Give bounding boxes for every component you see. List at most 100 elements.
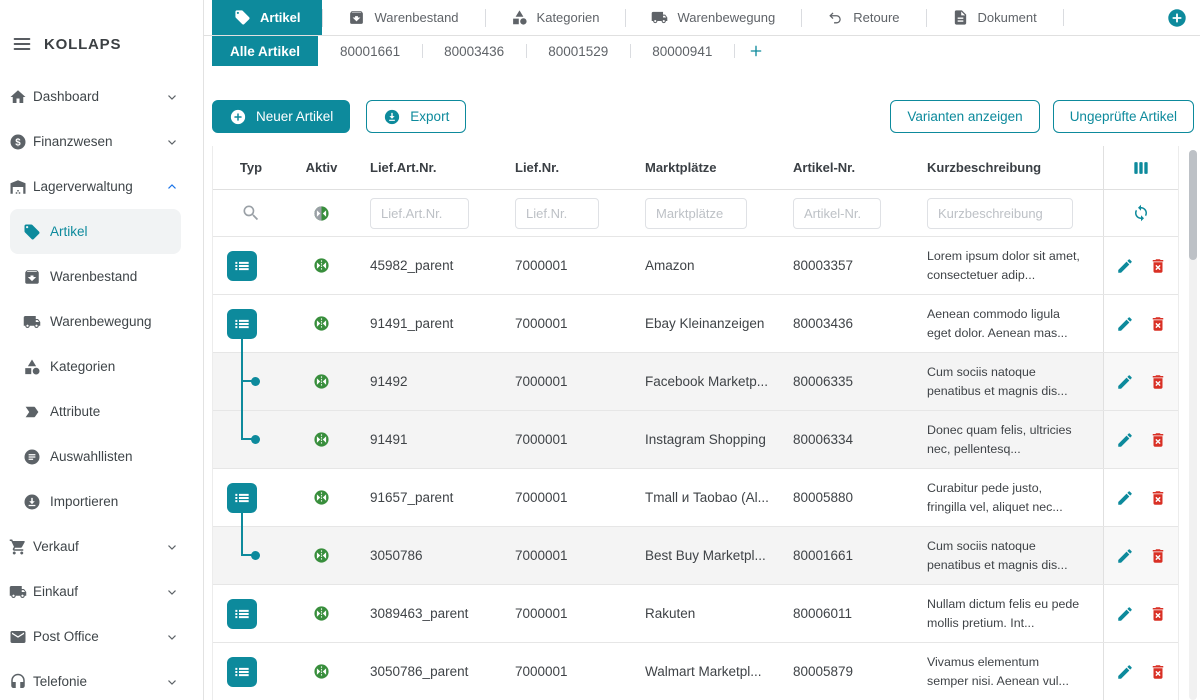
sidebar-item-lagerverwaltung[interactable]: Lagerverwaltung: [0, 164, 203, 209]
cart-icon: [9, 538, 27, 556]
new-article-button[interactable]: Neuer Artikel: [212, 100, 350, 133]
cell-kurzbeschreibung: Lorem ipsum dolor sit amet, consectetuer…: [911, 247, 1103, 284]
refresh-button[interactable]: [1132, 204, 1150, 222]
active-toggle[interactable]: [313, 373, 330, 390]
table-row: 3050786_parent7000001Walmart Marketpl...…: [213, 643, 1178, 700]
unchecked-articles-button[interactable]: Ungeprüfte Artikel: [1053, 100, 1194, 133]
subtab-80001529[interactable]: 80001529: [526, 36, 630, 66]
tab-warenbewegung[interactable]: Warenbewegung: [625, 0, 801, 35]
column-settings-button[interactable]: [1131, 158, 1151, 178]
table-row: 914917000001Instagram Shopping80006334Do…: [213, 411, 1178, 469]
trash-icon: [1149, 489, 1167, 507]
sidebar-item-finanzwesen[interactable]: $Finanzwesen: [0, 119, 203, 164]
unchecked-articles-label: Ungeprüfte Artikel: [1070, 109, 1177, 124]
show-variants-button[interactable]: Varianten anzeigen: [890, 100, 1039, 133]
cell-typ: [213, 237, 289, 294]
tab-warenbestand[interactable]: Warenbestand: [322, 0, 484, 35]
delete-button[interactable]: [1149, 605, 1167, 623]
edit-button[interactable]: [1116, 315, 1134, 333]
plus-circle-icon: [229, 108, 247, 126]
active-toggle[interactable]: [313, 489, 330, 506]
sidebar-item-telefonie[interactable]: Telefonie: [0, 659, 203, 700]
active-status-icon: [313, 257, 330, 274]
delete-button[interactable]: [1149, 547, 1167, 565]
sidebar-item-attribute[interactable]: Attribute: [10, 389, 181, 434]
delete-button[interactable]: [1149, 431, 1167, 449]
warehouse-icon: [9, 178, 27, 196]
sidebar-item-verkauf[interactable]: Verkauf: [0, 524, 203, 569]
subtab-80003436[interactable]: 80003436: [422, 36, 526, 66]
tab-kategorien[interactable]: Kategorien: [485, 0, 626, 35]
truck-icon: [651, 9, 668, 26]
sidebar-item-warenbewegung[interactable]: Warenbewegung: [10, 299, 181, 344]
active-toggle[interactable]: [313, 315, 330, 332]
main-tabbar: ArtikelWarenbestand Kategorien Warenbewegu…: [204, 0, 1200, 36]
edit-button[interactable]: [1116, 605, 1134, 623]
tab-label: Kategorien: [537, 10, 600, 25]
col-header-aktiv[interactable]: Aktiv: [289, 160, 354, 175]
filter-lief-art-nr-input[interactable]: [370, 198, 469, 229]
active-toggle[interactable]: [313, 431, 330, 448]
col-header-marktplaetze[interactable]: Marktplätze: [629, 160, 777, 175]
tag-icon: [234, 9, 251, 26]
col-header-lief-nr[interactable]: Lief.Nr.: [499, 160, 629, 175]
delete-button[interactable]: [1149, 257, 1167, 275]
col-header-typ[interactable]: Typ: [213, 160, 289, 175]
subtab-80001661[interactable]: 80001661: [318, 36, 422, 66]
headset-icon: [9, 673, 27, 691]
sidebar-item-artikel[interactable]: Artikel: [10, 209, 181, 254]
filter-kurzbeschreibung-input[interactable]: [927, 198, 1073, 229]
tree-connector: [241, 527, 243, 556]
download-circle-icon: [383, 108, 401, 126]
filter-artikel-nr-input[interactable]: [793, 198, 881, 229]
article-type-button[interactable]: [227, 309, 257, 339]
col-header-artikel-nr[interactable]: Artikel-Nr.: [777, 160, 911, 175]
table-filter-row: [213, 190, 1178, 237]
active-toggle[interactable]: [313, 257, 330, 274]
add-article-tab-button[interactable]: [734, 36, 778, 66]
article-type-button[interactable]: [227, 483, 257, 513]
tab-artikel[interactable]: Artikel: [212, 0, 322, 35]
subtab-80000941[interactable]: 80000941: [630, 36, 734, 66]
delete-button[interactable]: [1149, 663, 1167, 681]
menu-icon[interactable]: [12, 34, 32, 54]
sidebar-item-warenbestand[interactable]: Warenbestand: [10, 254, 181, 299]
tab-retoure[interactable]: Retoure: [801, 0, 925, 35]
sidebar-item-kategorien[interactable]: Kategorien: [10, 344, 181, 389]
tab-dokument[interactable]: Dokument: [926, 0, 1063, 35]
active-toggle[interactable]: [313, 547, 330, 564]
delete-button[interactable]: [1149, 315, 1167, 333]
filter-marktplaetze-input[interactable]: [645, 198, 747, 229]
edit-button[interactable]: [1116, 257, 1134, 275]
col-header-lief-art-nr[interactable]: Lief.Art.Nr.: [354, 160, 499, 175]
col-header-kurzbeschreibung[interactable]: Kurzbeschreibung: [911, 160, 1103, 175]
cell-aktiv: [289, 431, 354, 448]
sidebar-item-importieren[interactable]: Importieren: [10, 479, 181, 524]
delete-button[interactable]: [1149, 489, 1167, 507]
sidebar-item-auswahllisten[interactable]: Auswahllisten: [10, 434, 181, 479]
edit-button[interactable]: [1116, 489, 1134, 507]
sidebar-item-dashboard[interactable]: Dashboard: [0, 74, 203, 119]
edit-button[interactable]: [1116, 663, 1134, 681]
subtab-alle-artikel[interactable]: Alle Artikel: [212, 36, 318, 66]
export-button[interactable]: Export: [366, 100, 466, 133]
edit-button[interactable]: [1116, 431, 1134, 449]
add-tab-button[interactable]: [1166, 7, 1188, 29]
sidebar-item-einkauf[interactable]: Einkauf: [0, 569, 203, 614]
article-type-button[interactable]: [227, 599, 257, 629]
active-toggle[interactable]: [313, 663, 330, 680]
subtab-label: Alle Artikel: [230, 44, 300, 59]
edit-button[interactable]: [1116, 547, 1134, 565]
active-toggle[interactable]: [313, 605, 330, 622]
edit-button[interactable]: [1116, 373, 1134, 391]
delete-button[interactable]: [1149, 373, 1167, 391]
active-filter-toggle[interactable]: [313, 205, 330, 222]
filter-lief-nr-input[interactable]: [515, 198, 599, 229]
plus-circle-icon: [1166, 7, 1188, 29]
search-icon: [241, 203, 261, 223]
tabbar-divider: [1063, 9, 1064, 26]
article-type-button[interactable]: [227, 251, 257, 281]
article-type-button[interactable]: [227, 657, 257, 687]
scrollbar-thumb[interactable]: [1189, 150, 1197, 260]
sidebar-item-post-office[interactable]: Post Office: [0, 614, 203, 659]
